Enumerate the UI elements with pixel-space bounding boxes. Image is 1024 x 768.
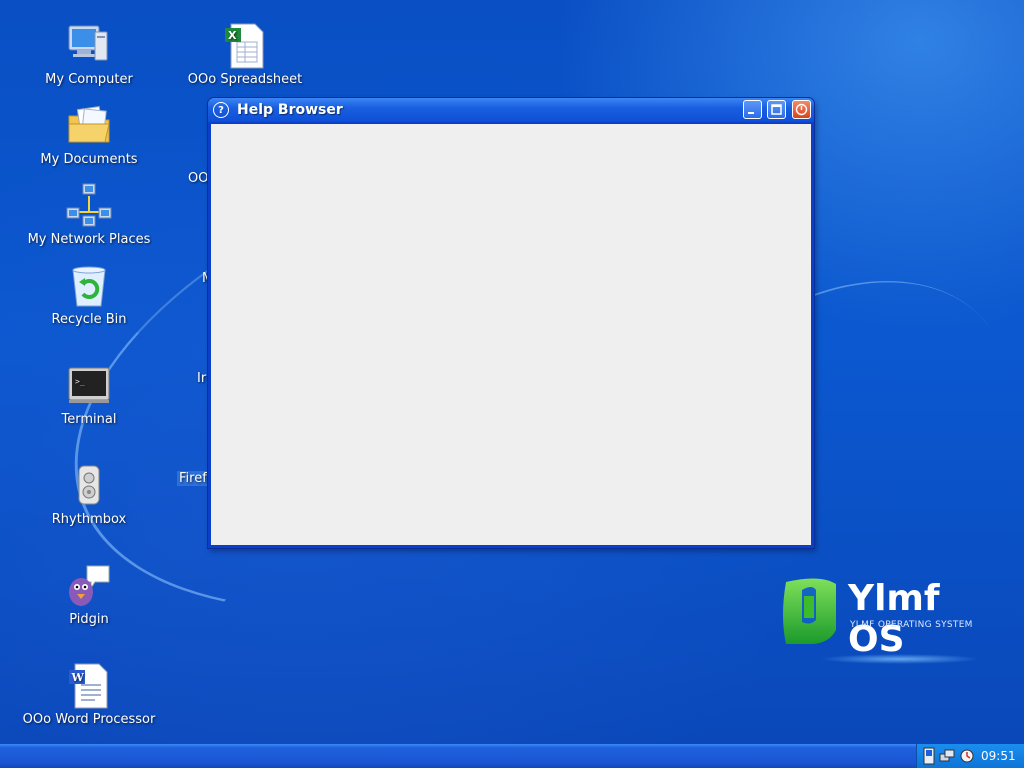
close-icon: [795, 103, 808, 116]
svg-text:>_: >_: [75, 377, 85, 386]
clock[interactable]: 09:51: [981, 749, 1016, 763]
occluded-icon-label[interactable]: Firef: [177, 471, 209, 486]
desktop-icon-my-network-places[interactable]: My Network Places: [14, 182, 164, 247]
minimize-icon: [748, 112, 754, 114]
help-icon: ?: [213, 102, 229, 118]
desktop-icon-my-documents[interactable]: My Documents: [14, 102, 164, 167]
help-browser-content[interactable]: [211, 124, 811, 545]
desktop-icon-ooo-spreadsheet[interactable]: X OOo Spreadsheet: [170, 22, 320, 87]
desktop-icon-recycle-bin[interactable]: Recycle Bin: [14, 262, 164, 327]
svg-text:W: W: [71, 671, 85, 684]
word-processor-icon: W: [69, 663, 108, 709]
desktop-icon-pidgin[interactable]: Pidgin: [14, 562, 164, 627]
network-places-icon: [66, 183, 112, 227]
taskbar[interactable]: 09:51: [0, 744, 1024, 768]
maximize-button[interactable]: [767, 100, 786, 119]
desktop-icon-ooo-word-processor[interactable]: W OOo Word Processor: [14, 662, 164, 727]
icon-label: Terminal: [61, 412, 117, 427]
network-icon[interactable]: [939, 748, 955, 764]
icon-label: Rhythmbox: [51, 512, 127, 527]
logo-glow: [820, 654, 980, 664]
occluded-icon-label[interactable]: Ir: [197, 371, 206, 386]
desktop-icon-my-computer[interactable]: My Computer: [14, 22, 164, 87]
minimize-button[interactable]: [743, 100, 762, 119]
ylmf-leaf-icon: [783, 578, 836, 644]
icon-label: My Computer: [45, 72, 133, 87]
recycle-bin-icon: [72, 266, 106, 307]
system-tray[interactable]: 09:51: [916, 744, 1024, 768]
rhythmbox-icon: [78, 465, 100, 505]
help-browser-window[interactable]: ? Help Browser: [208, 98, 814, 548]
window-title: Help Browser: [237, 102, 343, 118]
icon-label: My Documents: [40, 152, 138, 167]
updates-icon[interactable]: [959, 748, 975, 764]
spreadsheet-icon: X: [225, 23, 264, 69]
svg-text:X: X: [228, 29, 237, 42]
desktop-icon-terminal[interactable]: >_ Terminal: [14, 362, 164, 427]
ylmf-os-logo: Ylmf OS YLMF OPERATING SYSTEM: [780, 576, 1000, 672]
icon-label: Pidgin: [69, 612, 109, 627]
window-titlebar[interactable]: ? Help Browser: [208, 98, 814, 122]
documents-folder-icon: [68, 106, 110, 143]
computer-icon: [68, 25, 108, 61]
logo-subtitle: YLMF OPERATING SYSTEM: [850, 620, 973, 630]
logo-wordmark: Ylmf OS: [848, 578, 940, 660]
icon-label: OOo Spreadsheet: [187, 72, 303, 87]
terminal-icon: >_: [68, 367, 110, 403]
icon-label: OOo Word Processor: [22, 712, 156, 727]
occluded-icon-label[interactable]: OO: [188, 171, 208, 186]
desktop-icon-rhythmbox[interactable]: Rhythmbox: [14, 462, 164, 527]
icon-label: Recycle Bin: [51, 312, 127, 327]
maximize-icon: [771, 104, 782, 115]
device-icon[interactable]: [923, 747, 935, 765]
close-button[interactable]: [792, 100, 811, 119]
pidgin-icon: [69, 565, 110, 606]
icon-label: My Network Places: [27, 232, 151, 247]
desktop: My Computer My Documents My Network Plac…: [0, 0, 1024, 744]
